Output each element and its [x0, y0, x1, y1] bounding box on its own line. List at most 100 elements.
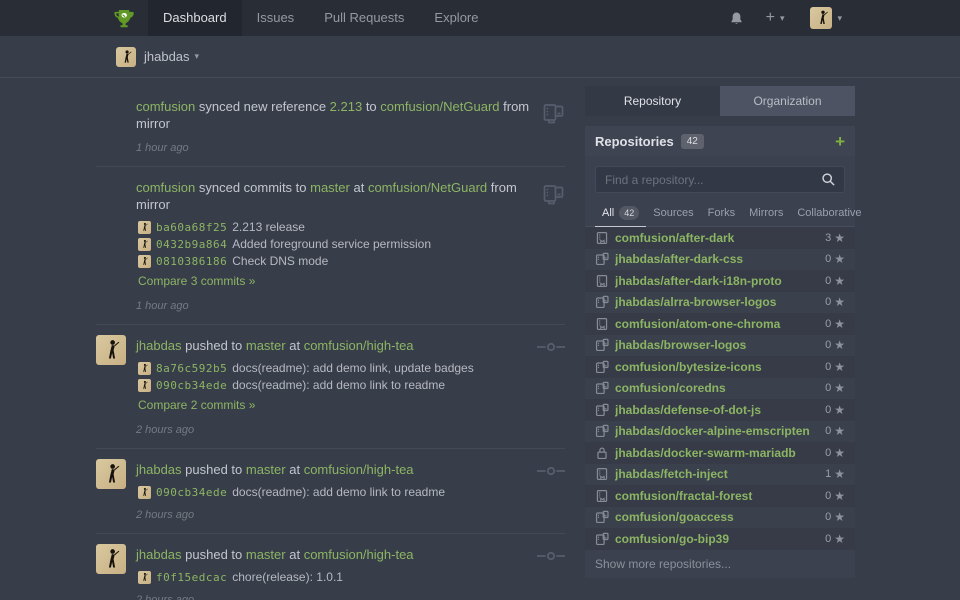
- filter-mirrors[interactable]: Mirrors: [742, 202, 790, 225]
- user-menu-dropdown[interactable]: ▾: [810, 7, 842, 29]
- branch-link[interactable]: master: [310, 180, 350, 195]
- search-icon[interactable]: [821, 172, 836, 187]
- main-content: comfusion synced new reference 2.213 to …: [0, 78, 960, 600]
- filter-forks[interactable]: Forks: [701, 202, 743, 225]
- star-icon: ★: [834, 489, 845, 503]
- commit-sha-link[interactable]: 8a76c592b5: [156, 362, 227, 375]
- commit-author-avatar: [138, 221, 151, 234]
- compare-commits-link[interactable]: Compare 2 commits »: [138, 398, 255, 412]
- repo-link[interactable]: jhabdas/after-dark-i18n-proto: [615, 274, 825, 288]
- repo-link[interactable]: comfusion/bytesize-icons: [615, 360, 825, 374]
- branch-link[interactable]: master: [246, 547, 286, 562]
- commit-sha-link[interactable]: 0432b9a864: [156, 238, 227, 251]
- repo-row[interactable]: comfusion/after-dark 3★: [585, 227, 855, 249]
- repo-row[interactable]: jhabdas/docker-alpine-emscripten 0★: [585, 421, 855, 443]
- repo-link[interactable]: comfusion/high-tea: [304, 462, 414, 477]
- star-icon: ★: [834, 381, 845, 395]
- create-new-dropdown[interactable]: + ▾: [766, 9, 785, 27]
- repo-row[interactable]: jhabdas/browser-logos 0★: [585, 335, 855, 357]
- repo-list: comfusion/after-dark 3★ jhabdas/after-da…: [585, 227, 855, 550]
- repo-row[interactable]: comfusion/goaccess 0★: [585, 507, 855, 529]
- commit-message: Added foreground service permission: [232, 237, 431, 251]
- feed-title: jhabdas pushed to master at comfusion/hi…: [136, 459, 531, 478]
- tab-organization[interactable]: Organization: [720, 86, 855, 116]
- feed-timestamp: 2 hours ago: [136, 594, 531, 600]
- star-count: 0★: [825, 274, 845, 288]
- compare-commits-link[interactable]: Compare 3 commits »: [138, 274, 255, 288]
- repo-link[interactable]: comfusion/goaccess: [615, 510, 825, 524]
- repo-row[interactable]: jhabdas/alrra-browser-logos 0★: [585, 292, 855, 314]
- actor-link[interactable]: jhabdas: [136, 462, 182, 477]
- fork-icon: [595, 295, 609, 309]
- new-repository-button[interactable]: +: [835, 133, 845, 150]
- repo-link[interactable]: comfusion/NetGuard: [368, 180, 487, 195]
- star-count: 0★: [825, 381, 845, 395]
- show-more-repositories-link[interactable]: Show more repositories...: [585, 550, 855, 578]
- filter-collaborative[interactable]: Collaborative: [790, 202, 868, 225]
- repo-link[interactable]: comfusion/high-tea: [304, 547, 414, 562]
- tab-repository[interactable]: Repository: [585, 86, 720, 116]
- context-selector[interactable]: jhabdas ▾: [144, 49, 199, 64]
- actor-avatar[interactable]: [96, 335, 126, 365]
- repo-icon: [595, 467, 609, 481]
- actor-avatar[interactable]: [96, 544, 126, 574]
- gitea-logo[interactable]: [112, 6, 136, 30]
- repo-link[interactable]: jhabdas/fetch-inject: [615, 467, 825, 481]
- repo-link[interactable]: comfusion/NetGuard: [380, 99, 499, 114]
- repo-row[interactable]: jhabdas/after-dark-i18n-proto 0★: [585, 270, 855, 292]
- repo-search: [585, 156, 855, 201]
- commit-message: chore(release): 1.0.1: [232, 570, 343, 584]
- repo-link[interactable]: comfusion/fractal-forest: [615, 489, 825, 503]
- repo-row[interactable]: jhabdas/docker-swarm-mariadb 0★: [585, 442, 855, 464]
- actor-link[interactable]: jhabdas: [136, 547, 182, 562]
- feed-text: at: [286, 338, 304, 353]
- repo-row[interactable]: jhabdas/after-dark-css 0★: [585, 249, 855, 271]
- repo-link[interactable]: jhabdas/browser-logos: [615, 338, 825, 352]
- repo-link[interactable]: comfusion/go-bip39: [615, 532, 825, 546]
- feed-text: pushed to: [182, 462, 246, 477]
- filter-all[interactable]: All 42: [595, 201, 646, 227]
- actor-avatar[interactable]: [96, 177, 126, 207]
- filter-sources[interactable]: Sources: [646, 202, 700, 225]
- commit-sha-link[interactable]: 0810386186: [156, 255, 227, 268]
- branch-link[interactable]: master: [246, 462, 286, 477]
- commit-sha-link[interactable]: ba60a68f25: [156, 221, 227, 234]
- repo-row[interactable]: jhabdas/defense-of-dot-js 0★: [585, 399, 855, 421]
- repo-link[interactable]: jhabdas/docker-swarm-mariadb: [615, 446, 825, 460]
- repo-link[interactable]: comfusion/high-tea: [304, 338, 414, 353]
- repo-row[interactable]: comfusion/atom-one-chroma 0★: [585, 313, 855, 335]
- actor-link[interactable]: comfusion: [136, 99, 195, 114]
- repo-link[interactable]: comfusion/coredns: [615, 381, 825, 395]
- repo-row[interactable]: jhabdas/fetch-inject 1★: [585, 464, 855, 486]
- ref-link[interactable]: 2.213: [330, 99, 363, 114]
- repo-link[interactable]: jhabdas/defense-of-dot-js: [615, 403, 825, 417]
- repo-row[interactable]: comfusion/bytesize-icons 0★: [585, 356, 855, 378]
- commit-sha-link[interactable]: f0f15edcac: [156, 571, 227, 584]
- commit-message: Check DNS mode: [232, 254, 328, 268]
- repo-row[interactable]: comfusion/coredns 0★: [585, 378, 855, 400]
- actor-avatar[interactable]: [96, 459, 126, 489]
- repo-link[interactable]: jhabdas/docker-alpine-emscripten: [615, 424, 825, 438]
- commit-sha-link[interactable]: 090cb34ede: [156, 486, 227, 499]
- nav-issues[interactable]: Issues: [242, 0, 310, 36]
- nav-dashboard[interactable]: Dashboard: [148, 0, 242, 36]
- actor-avatar[interactable]: [96, 96, 126, 126]
- repo-link[interactable]: jhabdas/alrra-browser-logos: [615, 295, 825, 309]
- nav-pull-requests[interactable]: Pull Requests: [309, 0, 419, 36]
- repo-link[interactable]: comfusion/atom-one-chroma: [615, 317, 825, 331]
- nav-explore[interactable]: Explore: [419, 0, 493, 36]
- user-avatar: [810, 7, 832, 29]
- repo-row[interactable]: comfusion/go-bip39 0★: [585, 528, 855, 550]
- branch-link[interactable]: master: [246, 338, 286, 353]
- actor-link[interactable]: jhabdas: [136, 338, 182, 353]
- star-count: 1★: [825, 467, 845, 481]
- repositories-header: Repositories 42 +: [585, 126, 855, 156]
- notifications-bell-icon[interactable]: [729, 11, 744, 26]
- repo-link[interactable]: jhabdas/after-dark-css: [615, 252, 825, 266]
- repo-row[interactable]: comfusion/fractal-forest 0★: [585, 485, 855, 507]
- repo-search-input[interactable]: [595, 166, 845, 193]
- actor-link[interactable]: comfusion: [136, 180, 195, 195]
- commit-sha-link[interactable]: 090cb34ede: [156, 379, 227, 392]
- commit-message: docs(readme): add demo link to readme: [232, 485, 445, 499]
- repo-link[interactable]: comfusion/after-dark: [615, 231, 825, 245]
